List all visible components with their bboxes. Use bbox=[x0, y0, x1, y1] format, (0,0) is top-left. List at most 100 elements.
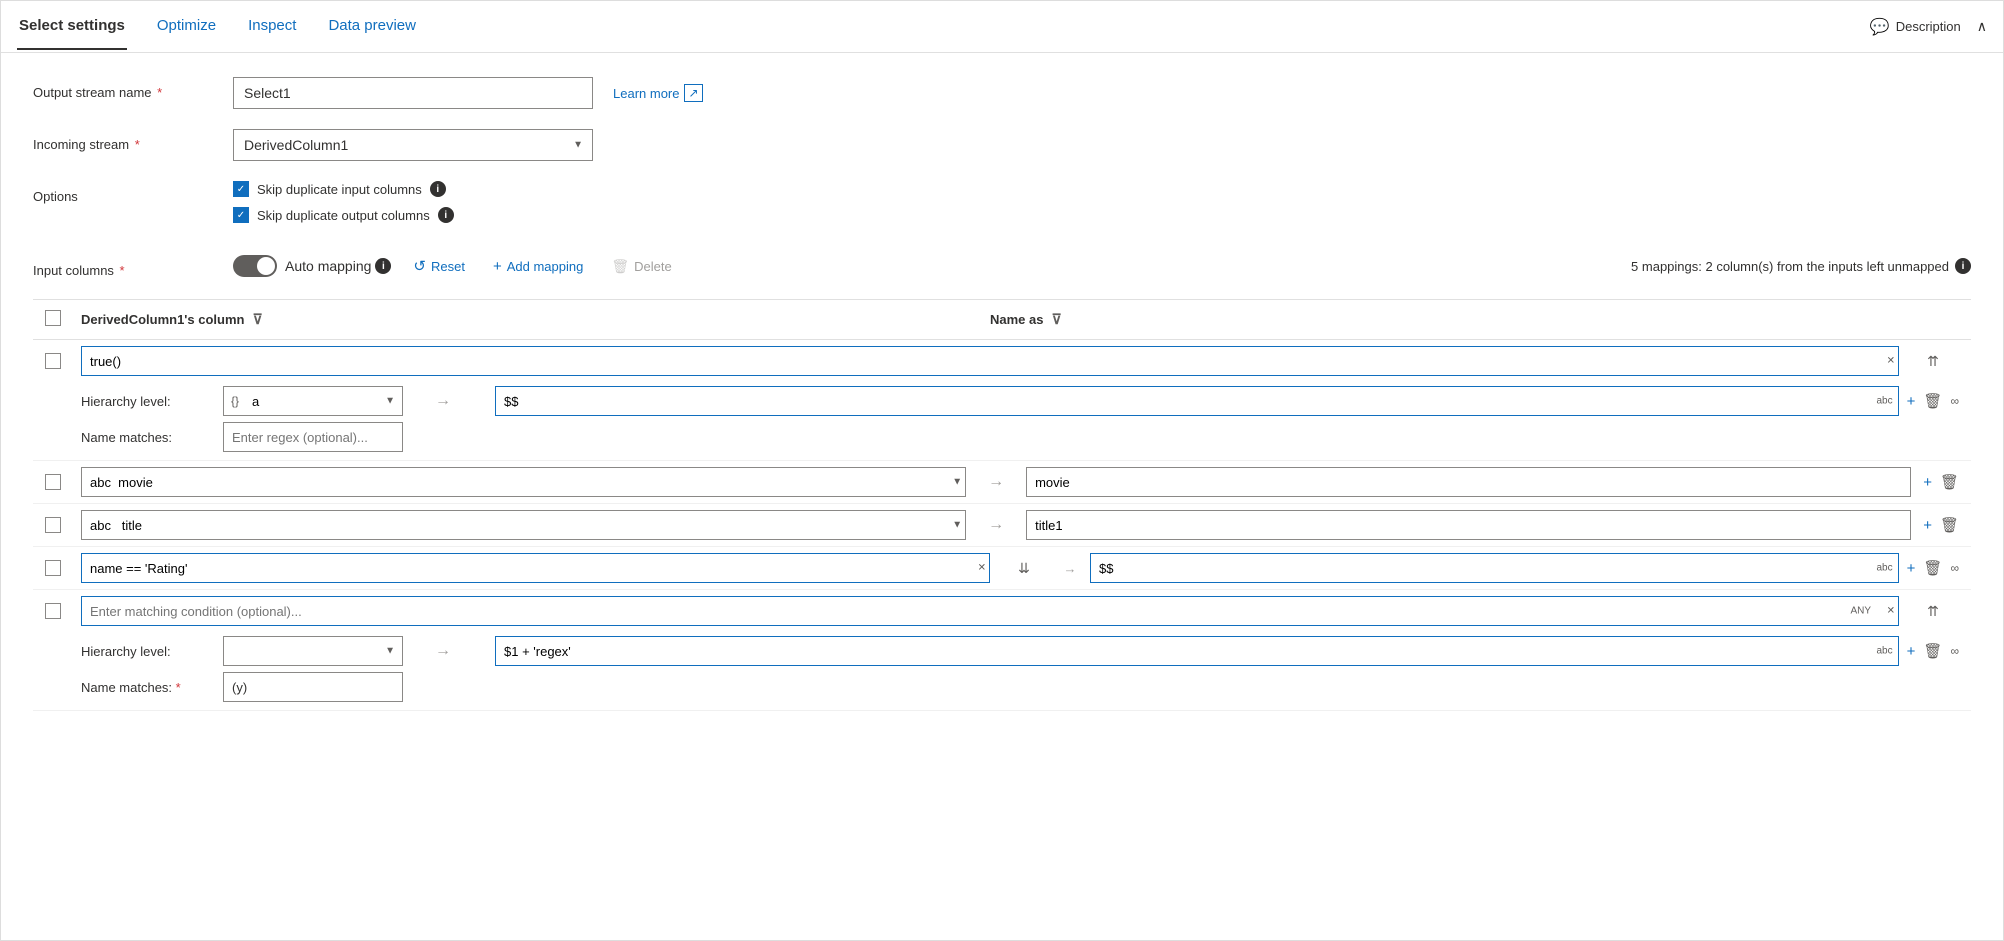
row-main-4: ✕ ⇊ → abc + 🗑 bbox=[33, 547, 1971, 589]
tab-select-settings[interactable]: Select settings bbox=[17, 3, 127, 50]
row5-trash-icon[interactable]: 🗑 bbox=[1923, 642, 1942, 660]
row5-name-arrow: → bbox=[435, 642, 495, 660]
skip-duplicate-input-info-icon[interactable]: i bbox=[430, 181, 446, 197]
add-mapping-button[interactable]: + Add mapping bbox=[487, 254, 589, 279]
collapse-icon[interactable]: ∧ bbox=[1977, 18, 1987, 35]
reset-button[interactable]: ↺ Reset bbox=[407, 253, 471, 279]
row2-trash-icon[interactable]: 🗑 bbox=[1940, 473, 1959, 491]
row3-source-input[interactable] bbox=[81, 510, 966, 540]
row5-link-icon[interactable]: ∞ bbox=[1950, 644, 1959, 658]
row3-plus-icon[interactable]: + bbox=[1923, 517, 1932, 534]
row2-source-dropdown[interactable]: ▼ bbox=[952, 477, 962, 488]
skip-duplicate-input-label: Skip duplicate input columns bbox=[257, 182, 422, 197]
incoming-stream-row: Incoming stream * DerivedColumn1 ▼ bbox=[33, 129, 1971, 161]
row3-trash-icon[interactable]: 🗑 bbox=[1940, 516, 1959, 534]
row-main-3: ▼ → + 🗑 bbox=[33, 504, 1971, 546]
row5-hierarchy-select-wrapper: ▼ bbox=[223, 636, 403, 666]
row5-plus-icon[interactable]: + bbox=[1907, 643, 1916, 660]
row1-expand-icon[interactable]: ⇈ bbox=[1927, 353, 1939, 370]
row4-plus-icon[interactable]: + bbox=[1907, 560, 1916, 577]
row3-name-input[interactable] bbox=[1026, 510, 1911, 540]
row1-trash-icon[interactable]: 🗑 bbox=[1923, 392, 1942, 410]
output-stream-row: Output stream name * Learn more ↗ bbox=[33, 77, 1971, 109]
row5-source-wrapper: ANY ✕ bbox=[81, 596, 1899, 626]
mapping-status-info-icon[interactable]: i bbox=[1955, 258, 1971, 274]
row1-hierarchy-select[interactable]: a bbox=[223, 386, 403, 416]
table-row: ▼ → + 🗑 bbox=[33, 461, 1971, 504]
row1-checkbox[interactable] bbox=[45, 353, 61, 369]
row2-checkbox[interactable] bbox=[45, 474, 61, 490]
row4-source-wrapper: ✕ bbox=[81, 553, 990, 583]
name-filter-icon[interactable]: ⊽ bbox=[1051, 311, 1061, 328]
row5-source-input[interactable] bbox=[81, 596, 1899, 626]
source-filter-icon[interactable]: ⊽ bbox=[252, 311, 262, 328]
row1-source-input[interactable] bbox=[81, 346, 1899, 376]
row3-action-icons: + 🗑 bbox=[1923, 516, 1959, 534]
row5-source-dropdown[interactable]: ✕ bbox=[1887, 606, 1895, 617]
delete-icon: 🗑 bbox=[611, 258, 629, 275]
delete-button[interactable]: 🗑 Delete bbox=[605, 254, 677, 279]
auto-mapping-toggle[interactable] bbox=[233, 255, 277, 277]
input-columns-toolbar-inner: Auto mapping i ↺ Reset + Add mapping 🗑 D… bbox=[233, 253, 1971, 279]
row2-name-wrapper bbox=[1026, 467, 1911, 497]
row1-name-matches-input[interactable] bbox=[223, 422, 403, 452]
row3-checkbox[interactable] bbox=[45, 517, 61, 533]
auto-mapping-info-icon[interactable]: i bbox=[375, 258, 391, 274]
row5-hierarchy-select[interactable] bbox=[223, 636, 403, 666]
row4-action-icons: + 🗑 ∞ bbox=[1907, 559, 1959, 577]
row1-expand-cell: ⇈ bbox=[1899, 353, 1959, 370]
row2-plus-icon[interactable]: + bbox=[1923, 474, 1932, 491]
table-header: DerivedColumn1's column ⊽ Name as ⊽ bbox=[33, 300, 1971, 340]
row5-sub: Hierarchy level: ▼ → abc bbox=[33, 632, 1971, 710]
row5-expand-icon[interactable]: ⇈ bbox=[1927, 603, 1939, 620]
row3-source-cell: ▼ bbox=[81, 510, 966, 540]
row4-expand-icon[interactable]: ⇊ bbox=[1018, 560, 1030, 577]
header-name-col: Name as ⊽ bbox=[990, 311, 1839, 328]
row1-link-icon[interactable]: ∞ bbox=[1950, 394, 1959, 408]
skip-duplicate-output-checkbox[interactable]: ✓ bbox=[233, 207, 249, 223]
options-control: ✓ Skip duplicate input columns i ✓ Skip … bbox=[233, 181, 1971, 233]
add-icon: + bbox=[493, 258, 502, 275]
row2-action-icons: + 🗑 bbox=[1923, 473, 1959, 491]
row5-action-icons: + 🗑 ∞ bbox=[1907, 642, 1959, 660]
row4-name-input[interactable] bbox=[1090, 553, 1899, 583]
incoming-stream-select-wrapper: DerivedColumn1 ▼ bbox=[233, 129, 593, 161]
skip-duplicate-output-label: Skip duplicate output columns bbox=[257, 208, 430, 223]
skip-duplicate-input-checkbox[interactable]: ✓ bbox=[233, 181, 249, 197]
row4-link-icon[interactable]: ∞ bbox=[1950, 561, 1959, 575]
row1-plus-icon[interactable]: + bbox=[1907, 393, 1916, 410]
row5-checkbox[interactable] bbox=[45, 603, 61, 619]
row1-name-input[interactable] bbox=[495, 386, 1899, 416]
tab-data-preview[interactable]: Data preview bbox=[326, 3, 418, 50]
row1-source-wrapper: ✕ bbox=[81, 346, 1899, 376]
tab-optimize[interactable]: Optimize bbox=[155, 3, 218, 50]
row5-name-input[interactable] bbox=[495, 636, 1899, 666]
row3-check-cell bbox=[45, 517, 81, 533]
row2-name-input[interactable] bbox=[1026, 467, 1911, 497]
row4-trash-icon[interactable]: 🗑 bbox=[1923, 559, 1942, 577]
row2-source-cell: ▼ bbox=[81, 467, 966, 497]
learn-more-link[interactable]: Learn more ↗ bbox=[613, 84, 703, 102]
incoming-stream-select[interactable]: DerivedColumn1 bbox=[233, 129, 593, 161]
input-columns-label: Input columns * bbox=[33, 255, 233, 278]
comment-icon: 💬 bbox=[1870, 17, 1890, 37]
select-all-checkbox[interactable] bbox=[45, 310, 61, 326]
row4-name-badge: abc bbox=[1877, 563, 1893, 574]
row3-name-wrapper bbox=[1026, 510, 1911, 540]
description-button[interactable]: 💬 Description bbox=[1870, 17, 1961, 37]
skip-duplicate-output-info-icon[interactable]: i bbox=[438, 207, 454, 223]
row1-source-dropdown[interactable]: ✕ bbox=[1887, 356, 1895, 367]
row5-name-matches-input[interactable] bbox=[223, 672, 403, 702]
row2-source-input[interactable] bbox=[81, 467, 966, 497]
row3-source-dropdown[interactable]: ▼ bbox=[952, 520, 962, 531]
row3-source-wrapper: ▼ bbox=[81, 510, 966, 540]
input-columns-toolbar: Auto mapping i ↺ Reset + Add mapping 🗑 D… bbox=[233, 253, 1971, 279]
table-row: ✕ ⇈ Hierarchy level: {} a bbox=[33, 340, 1971, 461]
row4-source-input[interactable] bbox=[81, 553, 990, 583]
auto-mapping-label: Auto mapping bbox=[285, 258, 371, 274]
output-stream-input[interactable] bbox=[233, 77, 593, 109]
tab-inspect[interactable]: Inspect bbox=[246, 3, 298, 50]
row4-source-dropdown[interactable]: ✕ bbox=[978, 563, 986, 574]
row4-checkbox[interactable] bbox=[45, 560, 61, 576]
main-content: Output stream name * Learn more ↗ Incomi… bbox=[1, 53, 2003, 735]
